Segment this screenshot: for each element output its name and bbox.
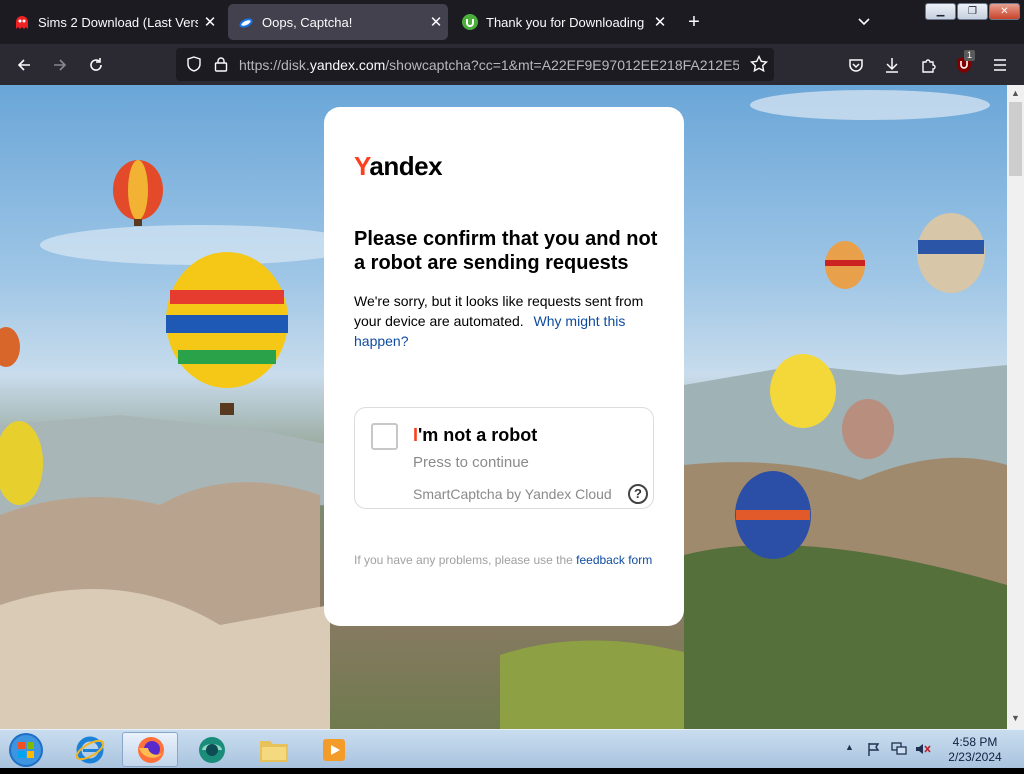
logo-y: Y <box>354 151 370 181</box>
menu-button[interactable] <box>986 51 1014 79</box>
lock-icon[interactable] <box>214 56 228 72</box>
ublock-button[interactable]: 1 <box>950 50 978 79</box>
yandex-logo: Yandex <box>354 151 443 182</box>
feedback-link[interactable]: feedback form <box>576 553 652 567</box>
system-clock[interactable]: 4:58 PM 2/23/2024 <box>940 735 1010 765</box>
network-icon[interactable] <box>891 742 907 756</box>
logo-rest: andex <box>369 151 443 181</box>
bookmark-star-icon[interactable] <box>750 55 768 73</box>
balloon-9 <box>0 327 20 367</box>
url-text[interactable]: https://disk.yandex.com/showcaptcha?cc=1… <box>239 57 739 73</box>
show-hidden-icons[interactable]: ▲ <box>845 742 854 752</box>
description: We're sorry, but it looks like requests … <box>354 291 659 351</box>
scroll-up-arrow[interactable]: ▲ <box>1011 88 1020 98</box>
reload-button[interactable] <box>82 51 110 79</box>
internet-explorer-icon <box>75 736 105 764</box>
pocket-button[interactable] <box>842 51 870 79</box>
list-all-tabs-button[interactable] <box>850 8 878 36</box>
balloon-2 <box>166 252 288 415</box>
scroll-down-arrow[interactable]: ▼ <box>1011 713 1020 723</box>
taskbar-firefox[interactable] <box>122 732 178 767</box>
close-window-button[interactable]: ✕ <box>989 3 1020 20</box>
firefox-icon <box>138 737 164 763</box>
balloon-4 <box>917 213 985 293</box>
balloon-6 <box>842 399 894 459</box>
yandex-disk-icon <box>239 18 253 28</box>
scrollbar[interactable]: ▲ ▼ <box>1007 85 1024 729</box>
tab-bar: Sims 2 Download (Last Version) ✕ Oops, C… <box>0 0 1024 44</box>
scroll-thumb[interactable] <box>1009 102 1022 176</box>
tab-title: Thank you for Downloading µT <box>486 14 648 30</box>
close-tab-icon[interactable]: ✕ <box>198 13 222 31</box>
pocket-icon <box>849 59 863 72</box>
shield-icon[interactable] <box>186 56 202 72</box>
action-center-flag-icon[interactable] <box>867 742 881 756</box>
help-icon[interactable]: ? <box>628 484 648 504</box>
balloon-5 <box>770 354 836 428</box>
taskbar-media-player[interactable] <box>306 732 362 767</box>
start-button[interactable] <box>0 732 52 767</box>
minimize-button[interactable]: ▁ <box>925 3 956 20</box>
navigation-toolbar: https://disk.yandex.com/showcaptcha?cc=1… <box>0 44 1024 85</box>
tab-title: Oops, Captcha! <box>262 14 353 30</box>
speaker-muted-icon[interactable] <box>915 742 931 756</box>
new-tab-button[interactable]: + <box>680 8 708 36</box>
media-player-icon <box>323 739 345 761</box>
globe-app-icon <box>199 737 225 763</box>
tab-title: Sims 2 Download (Last Version) <box>38 14 198 30</box>
close-tab-icon[interactable]: ✕ <box>648 13 672 31</box>
maximize-button[interactable]: ❐ <box>957 3 988 20</box>
chevron-down-icon <box>858 18 870 26</box>
arrow-right-icon <box>54 59 67 71</box>
taskbar-internet-explorer[interactable] <box>62 732 118 767</box>
tab-utorrent[interactable]: Thank you for Downloading µT ✕ <box>452 4 672 40</box>
taskbar-file-explorer[interactable] <box>246 732 302 767</box>
url-bar[interactable]: https://disk.yandex.com/showcaptcha?cc=1… <box>176 48 774 81</box>
page-viewport: Yandex Please confirm that you and not a… <box>0 85 1007 729</box>
not-robot-label[interactable]: I'm not a robot <box>413 425 537 446</box>
balloon-1 <box>113 160 163 226</box>
download-icon <box>886 58 898 73</box>
page-title: Please confirm that you and not a robot … <box>354 228 658 274</box>
extensions-button[interactable] <box>914 51 942 79</box>
hamburger-menu-icon <box>994 59 1006 71</box>
close-tab-icon[interactable]: ✕ <box>424 13 448 31</box>
clock-time: 4:58 PM <box>952 735 998 749</box>
not-robot-checkbox[interactable] <box>371 423 398 450</box>
back-button[interactable] <box>10 51 38 79</box>
extension-badge: 1 <box>964 50 976 61</box>
url-prefix: https://disk. <box>239 57 310 73</box>
problems-notice: If you have any problems, please use the… <box>354 551 654 569</box>
taskbar-app-globe[interactable] <box>184 732 240 767</box>
windows-start-icon <box>9 733 43 767</box>
url-path: /showcaptcha?cc=1&mt=A22EF9E97012EE218FA… <box>385 57 739 73</box>
utorrent-icon <box>462 14 478 30</box>
captcha-widget[interactable]: I'm not a robot Press to continue SmartC… <box>354 407 654 509</box>
balloon-3 <box>825 241 865 289</box>
smartcaptcha-provider: SmartCaptcha by Yandex Cloud <box>413 486 612 502</box>
forward-button[interactable] <box>46 51 74 79</box>
reload-icon <box>90 58 102 71</box>
ghost-icon <box>16 16 28 29</box>
downloads-button[interactable] <box>878 51 906 79</box>
label-rest: 'm not a robot <box>418 425 538 445</box>
url-domain: yandex.com <box>309 57 386 73</box>
problems-text: If you have any problems, please use the <box>354 553 573 567</box>
press-to-continue: Press to continue <box>413 454 529 471</box>
balloon-7 <box>735 471 811 559</box>
tab-sims-download[interactable]: Sims 2 Download (Last Version) ✕ <box>4 4 222 40</box>
captcha-card: Yandex Please confirm that you and not a… <box>324 107 684 626</box>
clock-date: 2/23/2024 <box>948 750 1002 764</box>
arrow-left-icon <box>17 59 30 71</box>
folder-icon <box>260 741 288 762</box>
puzzle-icon <box>922 59 936 73</box>
taskbar: ▲ 4:58 PM 2/23/2024 <box>0 729 1024 768</box>
tab-captcha[interactable]: Oops, Captcha! ✕ <box>228 4 448 40</box>
